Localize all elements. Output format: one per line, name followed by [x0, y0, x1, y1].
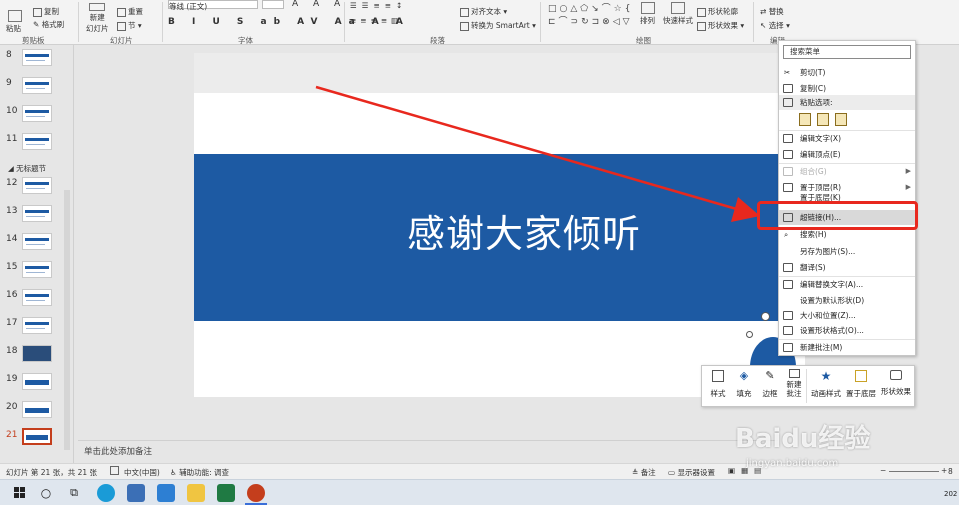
clock[interactable]: 202 [944, 490, 957, 498]
accessibility-icon: ♿ [170, 468, 177, 477]
watermark-url: jingyan.baidu.com [746, 458, 839, 469]
edge-icon[interactable] [97, 484, 115, 502]
notes-button[interactable]: ≜ 备注 [632, 467, 656, 478]
powerpoint-icon[interactable] [247, 484, 265, 502]
taskbar: ○ ⧉ 202 [0, 479, 959, 505]
display-settings-button[interactable]: ▭ 显示器设置 [668, 467, 715, 478]
monitor-icon: ▭ [668, 468, 676, 477]
notes-icon: ≜ [632, 468, 639, 477]
windows-start-icon[interactable] [11, 484, 29, 502]
slide-counter: 幻灯片 第 21 张，共 21 张 [6, 468, 98, 477]
watermark-logo: Baidu经验 [735, 424, 871, 454]
zoom-slider[interactable]: − + [880, 466, 947, 475]
task-view-icon[interactable]: ⧉ [65, 484, 83, 502]
accessibility-status[interactable]: ♿ 辅助功能: 调查 [170, 467, 229, 478]
store-icon[interactable] [127, 484, 145, 502]
mail-icon[interactable] [157, 484, 175, 502]
search-circle-icon[interactable]: ○ [37, 484, 55, 502]
language-status[interactable]: 中文(中国) [124, 467, 160, 478]
spellcheck-icon[interactable] [110, 466, 119, 475]
zoom-level[interactable]: 8 [948, 467, 953, 476]
folder-icon[interactable] [187, 484, 205, 502]
excel-icon[interactable] [217, 484, 235, 502]
